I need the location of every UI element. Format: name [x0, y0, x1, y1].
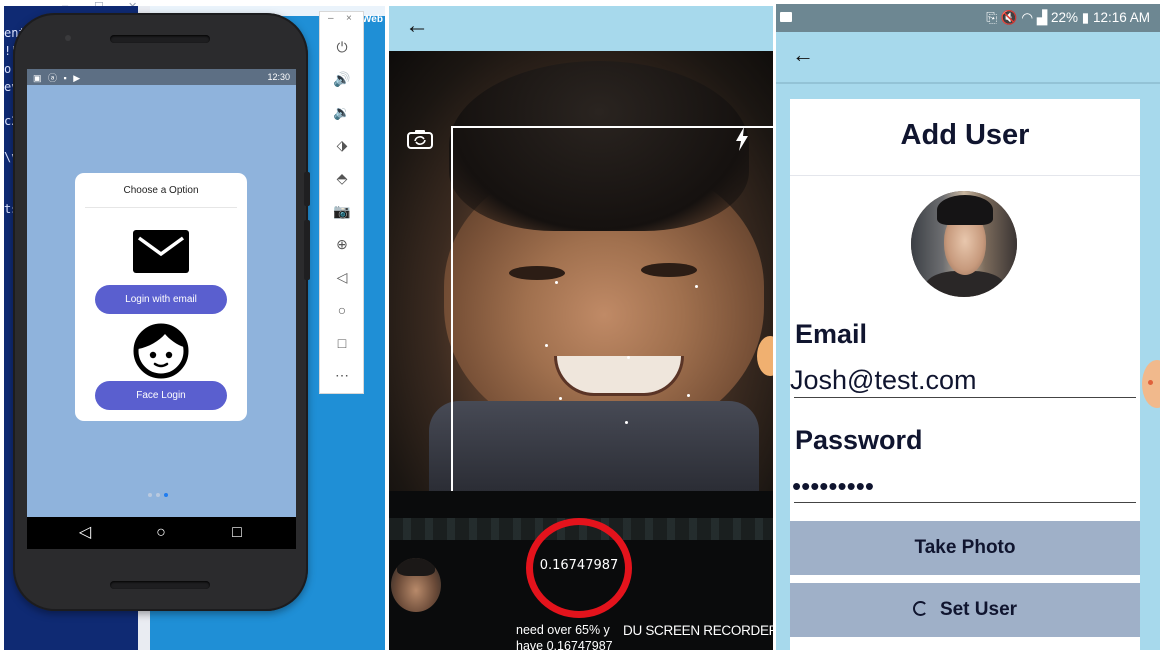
- captured-face-thumbnail: [391, 558, 441, 612]
- status-right: ⎘ 🔇 ◠ ▟ 22% ▮ 12:16 AM: [986, 10, 1150, 26]
- login-with-email-button[interactable]: Login with email: [95, 285, 227, 314]
- video-record-icon: [780, 12, 792, 22]
- cast-icon: ⎘: [986, 10, 1001, 25]
- face-camera-panel: ← 0.16747987 need over 65% y have 0.1674…: [389, 6, 773, 650]
- device-volume-button[interactable]: [304, 220, 310, 280]
- threshold-message: need over 65% y: [516, 623, 610, 637]
- nav-home-button[interactable]: ○: [151, 523, 171, 543]
- face-landmark: [687, 394, 690, 397]
- nav-recents-button[interactable]: □: [227, 523, 247, 543]
- email-underline: [794, 397, 1136, 398]
- email-label: Email: [795, 319, 868, 349]
- emulator-screen: ▣ ⓐ ▪ ▶ 12:30 Choose a Option Login with…: [27, 69, 296, 549]
- face-landmark: [555, 281, 558, 284]
- back-icon[interactable]: ◁: [331, 266, 353, 288]
- dialog-divider: [85, 207, 237, 208]
- mail-icon[interactable]: [133, 230, 189, 273]
- android-nav-bar: ◁ ○ □: [27, 517, 296, 549]
- front-camera-icon: [65, 35, 71, 41]
- nav-back-button[interactable]: ◁: [75, 523, 95, 543]
- rotate-left-icon[interactable]: ⬗: [331, 134, 353, 156]
- face-landmark: [559, 397, 562, 400]
- screenshot-collage: – ☐ ✕ ent !" or ev c2 \v ts Web ▣ ⓐ ▪ ▶: [0, 0, 1160, 650]
- user-avatar[interactable]: [911, 191, 1017, 297]
- face-landmark: [695, 285, 698, 288]
- toolbar-close-button[interactable]: ×: [346, 13, 352, 24]
- password-underline: [794, 502, 1136, 503]
- emulator-panel: – ☐ ✕ ent !" or ev c2 \v ts Web ▣ ⓐ ▪ ▶: [0, 0, 385, 650]
- top-speaker-grill: [110, 35, 210, 43]
- loading-spinner-icon: [912, 601, 928, 616]
- email-field[interactable]: Josh@test.com: [790, 365, 976, 396]
- add-user-panel: ⎘ 🔇 ◠ ▟ 22% ▮ 12:16 AM ← Add User Email …: [776, 4, 1160, 650]
- page-dot: [148, 493, 152, 497]
- mute-icon: 🔇: [1000, 10, 1022, 25]
- password-field[interactable]: •••••••••: [792, 471, 874, 502]
- power-icon[interactable]: ⏻: [331, 36, 353, 58]
- face-landmark: [545, 344, 548, 347]
- phone-status-bar: ⎘ 🔇 ◠ ▟ 22% ▮ 12:16 AM: [776, 4, 1160, 32]
- face-icon[interactable]: [133, 323, 189, 379]
- bottom-speaker-grill: [110, 581, 210, 589]
- page-dot: [156, 493, 160, 497]
- page-indicator: [148, 493, 178, 499]
- camera-icon[interactable]: 📷: [331, 200, 353, 222]
- floating-recorder-bubble[interactable]: [1142, 360, 1160, 408]
- header-divider: [776, 82, 1160, 84]
- set-user-label: Set User: [939, 599, 1018, 620]
- more-icon[interactable]: ⋯: [331, 364, 353, 386]
- login-option-dialog: Choose a Option Login with email Face Lo…: [75, 173, 247, 421]
- wifi-icon: ◠: [1021, 10, 1037, 25]
- dialog-title: Choose a Option: [123, 185, 199, 196]
- rotate-right-icon[interactable]: ⬘: [331, 167, 353, 189]
- password-label: Password: [795, 425, 923, 455]
- page-dot-active: [164, 493, 168, 497]
- flash-icon[interactable]: [735, 127, 749, 151]
- web-tab-label: Web: [362, 14, 383, 25]
- back-arrow-icon[interactable]: ←: [405, 12, 429, 40]
- device-power-button[interactable]: [304, 172, 310, 206]
- signal-icon: ▟: [1036, 10, 1051, 25]
- volume-up-icon[interactable]: 🔊: [331, 68, 353, 90]
- match-score: 0.16747987: [539, 558, 619, 573]
- recorder-watermark: DU SCREEN RECORDER: [623, 623, 773, 638]
- face-landmark: [627, 356, 630, 359]
- current-score-message: have 0.16747987: [516, 639, 613, 650]
- camera-preview: [389, 51, 773, 521]
- page-title: Add User: [900, 119, 1030, 151]
- camera-header: ←: [389, 6, 773, 51]
- title-divider: [790, 175, 1140, 176]
- home-icon[interactable]: ○: [331, 299, 353, 321]
- face-landmark: [625, 421, 628, 424]
- emulator-toolbar: – × ⏻ 🔊 🔉 ⬗ ⬘ 📷 ⊕ ◁ ○ □ ⋯: [319, 11, 364, 394]
- volume-down-icon[interactable]: 🔉: [331, 101, 353, 123]
- status-time: 12:30: [267, 72, 290, 82]
- take-photo-button[interactable]: Take Photo: [790, 521, 1140, 575]
- battery-time: 22% ▮ 12:16 AM: [1051, 10, 1150, 25]
- add-user-card: Add User Email Josh@test.com Password ••…: [790, 99, 1140, 650]
- android-status-bar: ▣ ⓐ ▪ ▶ 12:30: [27, 69, 296, 85]
- zoom-icon[interactable]: ⊕: [331, 233, 353, 255]
- toolbar-window-controls: – ×: [320, 12, 363, 26]
- overview-icon[interactable]: □: [331, 332, 353, 354]
- avatar-cap: [937, 195, 993, 225]
- switch-camera-icon[interactable]: [407, 129, 433, 149]
- face-detection-box: [451, 126, 773, 521]
- back-arrow-icon[interactable]: ←: [792, 42, 814, 68]
- face-login-button[interactable]: Face Login: [95, 381, 227, 410]
- toolbar-minimize-button[interactable]: –: [328, 13, 334, 24]
- status-icons: ▣ ⓐ ▪ ▶: [33, 73, 83, 83]
- set-user-button[interactable]: Set User: [790, 583, 1140, 637]
